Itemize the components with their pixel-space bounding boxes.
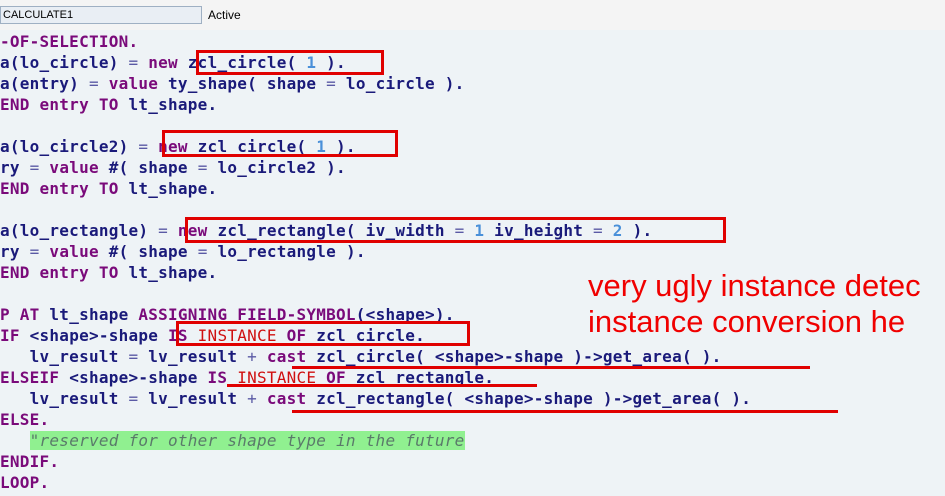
code-line: a(lo_circle2) = new zcl_circle( 1 ). xyxy=(0,136,945,157)
code-line: a(entry) = value ty_shape( shape = lo_ci… xyxy=(0,73,945,94)
code-token: = xyxy=(29,242,40,261)
code-token: lv_result xyxy=(138,389,248,408)
code-token: <shape>-shape xyxy=(69,368,208,387)
highlight-box-instance-circle xyxy=(176,321,470,346)
annotation-line-2: instance conversion he xyxy=(588,304,906,339)
code-token: = xyxy=(326,74,337,93)
code-token: END entry TO xyxy=(0,263,129,282)
code-token: lo_circle2 ). xyxy=(207,158,346,177)
code-line: lv_result = lv_result + cast zcl_circle(… xyxy=(0,346,945,367)
code-token: a(lo_circle) xyxy=(0,53,129,72)
code-line: END entry TO lt_shape. xyxy=(0,178,945,199)
code-token: cast xyxy=(256,347,317,366)
code-token: zcl_circle( <shape>-shape )->get_area( )… xyxy=(316,347,722,366)
code-line: ENDIF. xyxy=(0,451,945,472)
code-token: lt_shape. xyxy=(128,263,218,282)
code-token: = xyxy=(197,158,208,177)
underline-cast-circle xyxy=(292,366,810,369)
code-token: IF xyxy=(0,326,30,345)
code-token: value xyxy=(98,74,169,93)
code-line: LOOP. xyxy=(0,472,945,493)
code-token: END entry TO xyxy=(0,179,129,198)
code-token: lo_rectangle ). xyxy=(207,242,366,261)
code-token: new xyxy=(138,53,188,72)
code-line: ry = value #( shape = lo_circle2 ). xyxy=(0,157,945,178)
status-label: Active xyxy=(208,8,241,22)
code-token: ELSE. xyxy=(0,410,50,429)
code-lines: -OF-SELECTION. a(lo_circle) = new zcl_cir… xyxy=(0,31,945,493)
code-token: lo_circle ). xyxy=(336,74,465,93)
code-token: LOOP. xyxy=(0,473,50,492)
code-token: + xyxy=(247,347,257,366)
code-token: "reserved for other shape type in the fu… xyxy=(29,431,465,450)
code-line: END entry TO lt_shape. xyxy=(0,94,945,115)
code-token: a(lo_circle2) xyxy=(0,137,139,156)
code-line: -OF-SELECTION. xyxy=(0,31,945,52)
underline-instance-rectangle xyxy=(227,384,537,387)
code-token: lt_shape. xyxy=(128,95,218,114)
code-token: ELSEIF xyxy=(0,368,70,387)
code-token: = xyxy=(88,74,99,93)
code-token: = xyxy=(128,389,139,408)
code-editor[interactable]: -OF-SELECTION. a(lo_circle) = new zcl_cir… xyxy=(0,30,945,496)
code-token: = xyxy=(128,53,139,72)
code-token: value xyxy=(39,242,109,261)
code-token: lv_result xyxy=(138,347,248,366)
code-token: <shape>-shape xyxy=(29,326,169,345)
code-token: lv_result xyxy=(0,389,129,408)
code-token: P AT xyxy=(0,305,50,324)
annotation-text: very ugly instance detec instance conver… xyxy=(588,268,921,340)
code-token: ry xyxy=(0,158,30,177)
code-token: lt_shape xyxy=(49,305,139,324)
code-token: zcl_rectangle( <shape>-shape )->get_area… xyxy=(316,389,752,408)
code-line: "reserved for other shape type in the fu… xyxy=(0,430,945,451)
program-name-field[interactable]: CALCULATE1 xyxy=(0,6,202,24)
code-token: = xyxy=(128,347,139,366)
code-token: ry xyxy=(0,242,30,261)
code-token: a(entry) xyxy=(0,74,89,93)
annotation-line-1: very ugly instance detec xyxy=(588,268,921,303)
code-line: ry = value #( shape = lo_rectangle ). xyxy=(0,241,945,262)
code-line: lv_result = lv_result + cast zcl_rectang… xyxy=(0,388,945,409)
code-token: lv_result xyxy=(0,347,129,366)
code-token: + xyxy=(247,389,257,408)
code-token: END entry TO xyxy=(0,95,129,114)
editor-header: CALCULATE1 Active xyxy=(0,0,945,31)
code-token: -OF-SELECTION. xyxy=(0,32,139,51)
code-token: a(lo_rectangle) xyxy=(0,221,159,240)
code-token: lt_shape. xyxy=(128,179,218,198)
code-token: ENDIF. xyxy=(0,452,60,471)
code-token: = xyxy=(158,221,169,240)
code-token: ty_shape( shape xyxy=(168,74,327,93)
code-token: #( shape xyxy=(108,158,198,177)
code-token: = xyxy=(197,242,208,261)
highlight-box-new-rectangle xyxy=(185,217,726,243)
code-token: cast xyxy=(256,389,317,408)
highlight-box-new-circle2 xyxy=(162,130,398,157)
code-line: a(lo_circle) = new zcl_circle( 1 ). xyxy=(0,52,945,73)
code-token: = xyxy=(138,137,149,156)
code-token: = xyxy=(29,158,40,177)
highlight-box-new-circle xyxy=(196,50,384,75)
code-token: #( shape xyxy=(108,242,198,261)
underline-cast-rectangle xyxy=(292,410,838,413)
code-token: value xyxy=(39,158,109,177)
